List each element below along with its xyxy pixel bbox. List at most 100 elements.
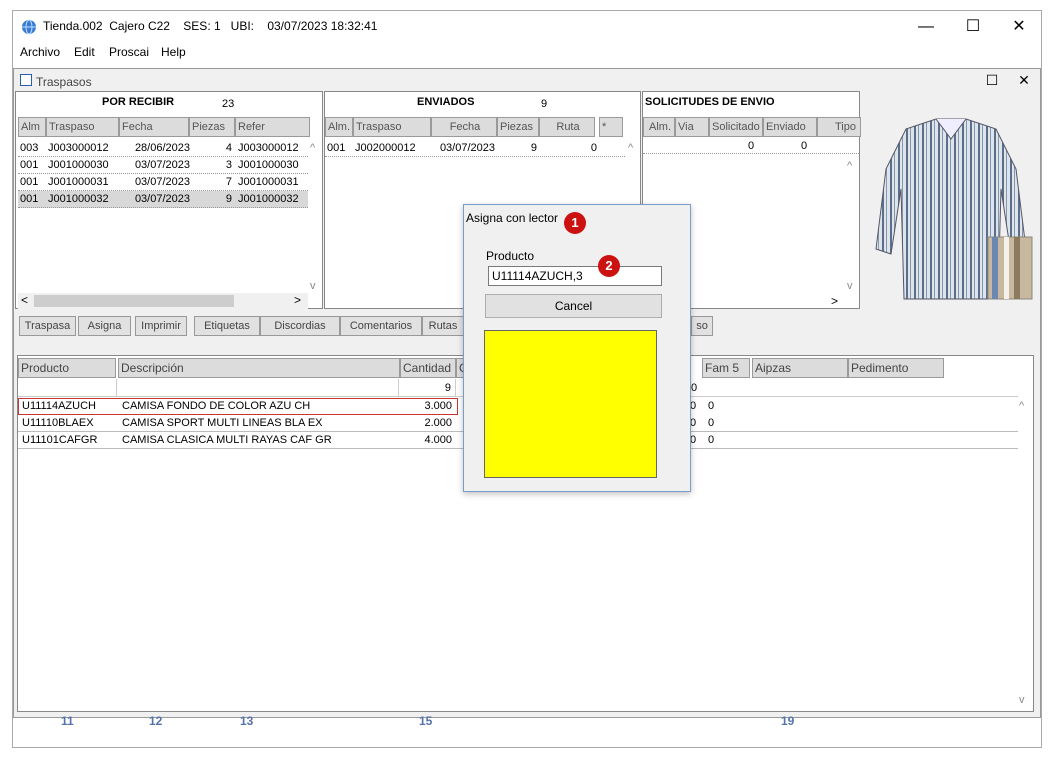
- col-alm[interactable]: Alm: [18, 117, 46, 137]
- col-via[interactable]: Via: [675, 117, 709, 137]
- col-pedimento[interactable]: Pedimento: [848, 358, 944, 378]
- por-recibir-title: POR RECIBIR: [102, 96, 175, 108]
- close-button[interactable]: ✕: [999, 16, 1039, 38]
- menu-archivo[interactable]: Archivo: [20, 45, 60, 59]
- col-fam5[interactable]: Fam 5: [702, 358, 750, 378]
- cell-traspaso: J003000012: [48, 142, 109, 154]
- producto-input[interactable]: [488, 266, 662, 286]
- col-piezas[interactable]: Piezas: [497, 117, 539, 137]
- table-row[interactable]: 003 J003000012 28/06/2023 4 J003000012: [18, 140, 308, 157]
- scroll-up-icon[interactable]: ^: [310, 142, 315, 154]
- col-producto[interactable]: Producto: [18, 358, 116, 378]
- annotation-badge-2: 2: [598, 255, 620, 277]
- col-descripcion[interactable]: Descripción: [118, 358, 400, 378]
- horizontal-scrollbar[interactable]: < >: [18, 293, 308, 309]
- asigna-button[interactable]: Asigna: [78, 316, 131, 336]
- cell-traspaso: J001000032: [48, 193, 109, 205]
- cell-cantidad: 4.000: [424, 434, 452, 446]
- por-recibir-count: 23: [222, 98, 235, 110]
- traspasa-button[interactable]: Traspasa: [19, 316, 76, 336]
- minimize-button[interactable]: —: [906, 16, 946, 38]
- solicitudes-title: SOLICITUDES DE ENVIO: [645, 96, 775, 108]
- cell-fecha: 03/07/2023: [134, 193, 190, 205]
- scroll-down-icon[interactable]: v: [1019, 694, 1025, 706]
- dialog-title: Asigna con lector: [466, 211, 559, 225]
- col-solicitado[interactable]: Solicitado: [709, 117, 763, 137]
- col-piezas[interactable]: Piezas: [189, 117, 235, 137]
- scroll-thumb[interactable]: [34, 295, 234, 307]
- col-fecha[interactable]: Fecha: [431, 117, 497, 137]
- table-row[interactable]: 001 J001000031 03/07/2023 7 J001000031: [18, 174, 308, 191]
- product-image: [875, 118, 1033, 300]
- cell-fam5: 0: [708, 417, 715, 429]
- etiquetas-button[interactable]: Etiquetas: [194, 316, 260, 336]
- enviados-title: ENVIADOS: [417, 96, 475, 108]
- cell-fecha: 03/07/2023: [134, 176, 190, 188]
- scroll-left-icon[interactable]: <: [21, 293, 28, 307]
- c-total: 0: [691, 382, 698, 394]
- scroll-up-icon[interactable]: ^: [1019, 400, 1024, 412]
- cell-c: 0: [690, 434, 697, 446]
- scroll-up-icon[interactable]: ^: [847, 160, 852, 172]
- cell-refer: J001000031: [238, 176, 299, 188]
- cell-producto: U11110BLAEX: [22, 417, 94, 429]
- child-window-title: Traspasos: [36, 75, 92, 89]
- divider: [116, 379, 117, 397]
- menu-help[interactable]: Help: [161, 45, 186, 59]
- enviados-list: 001 J002000012 03/07/2023 9 0: [325, 140, 625, 157]
- cell-traspaso: J001000030: [48, 159, 109, 171]
- cell-refer: J001000030: [238, 159, 299, 171]
- imprimir-button[interactable]: Imprimir: [135, 316, 187, 336]
- bg-number: 13: [240, 714, 254, 728]
- col-alm[interactable]: Alm.: [643, 117, 675, 137]
- col-fecha[interactable]: Fecha: [119, 117, 189, 137]
- scroll-right-icon[interactable]: >: [831, 294, 838, 308]
- cantidad-total: 9: [398, 379, 456, 397]
- cell-fecha: 28/06/2023: [134, 142, 190, 154]
- col-alm[interactable]: Alm.: [325, 117, 353, 137]
- cell-producto: U11114AZUCH: [22, 400, 96, 412]
- col-enviado[interactable]: Enviado: [763, 117, 817, 137]
- tab-partial[interactable]: so: [691, 316, 713, 336]
- scroll-down-icon[interactable]: v: [310, 280, 316, 292]
- comentarios-button[interactable]: Comentarios: [340, 316, 422, 336]
- cell-alm: 001: [327, 142, 346, 154]
- cell-cantidad: 3.000: [424, 400, 452, 412]
- solicitado-value: 0: [748, 140, 755, 152]
- scroll-right-icon[interactable]: >: [294, 293, 301, 307]
- col-refer[interactable]: Refer: [235, 117, 310, 137]
- title-bar: Tienda.002 Cajero C22 SES: 1 UBI: 03/07/…: [13, 11, 1041, 41]
- menu-proscai[interactable]: Proscai: [109, 45, 149, 59]
- enviado-value: 0: [801, 140, 808, 152]
- scroll-up-icon[interactable]: ^: [628, 142, 633, 154]
- child-close-button[interactable]: ✕: [1004, 69, 1044, 91]
- status-indicator: [484, 330, 657, 478]
- cell-traspaso: J001000031: [48, 176, 109, 188]
- annotation-badge-1: 1: [564, 212, 586, 234]
- cancel-button[interactable]: Cancel: [485, 294, 662, 318]
- maximize-button[interactable]: ☐: [953, 16, 993, 38]
- col-star[interactable]: *: [599, 117, 623, 137]
- cell-refer: J001000032: [238, 193, 299, 205]
- table-row[interactable]: U11114AZUCH CAMISA FONDO DE COLOR AZU CH 3…: [18, 398, 714, 415]
- cell-ruta: 0: [590, 142, 597, 154]
- cell-piezas: 9: [530, 142, 537, 154]
- col-tipo[interactable]: Tipo: [817, 117, 861, 137]
- menu-edit[interactable]: Edit: [74, 45, 95, 59]
- col-traspaso[interactable]: Traspaso: [353, 117, 431, 137]
- col-traspaso[interactable]: Traspaso: [46, 117, 119, 137]
- table-row[interactable]: 001 J002000012 03/07/2023 9 0: [325, 140, 625, 157]
- por-recibir-panel: POR RECIBIR 23 Alm Traspaso Fecha Piezas…: [15, 91, 323, 309]
- asigna-dialog: Asigna con lector Producto Cancel: [463, 204, 691, 492]
- row-divider: [643, 153, 859, 154]
- col-cantidad[interactable]: Cantidad: [400, 358, 456, 378]
- scroll-down-icon[interactable]: v: [847, 280, 853, 292]
- table-row[interactable]: 001 J001000030 03/07/2023 3 J001000030: [18, 157, 308, 174]
- cell-fam5: 0: [708, 400, 715, 412]
- rutas-button[interactable]: Rutas: [422, 316, 464, 336]
- col-aipzas[interactable]: Aipzas: [752, 358, 848, 378]
- cell-piezas: 4: [225, 142, 232, 154]
- table-row[interactable]: 001 J001000032 03/07/2023 9 J001000032: [18, 191, 308, 208]
- col-ruta[interactable]: Ruta: [539, 117, 595, 137]
- discordias-button[interactable]: Discordias: [260, 316, 340, 336]
